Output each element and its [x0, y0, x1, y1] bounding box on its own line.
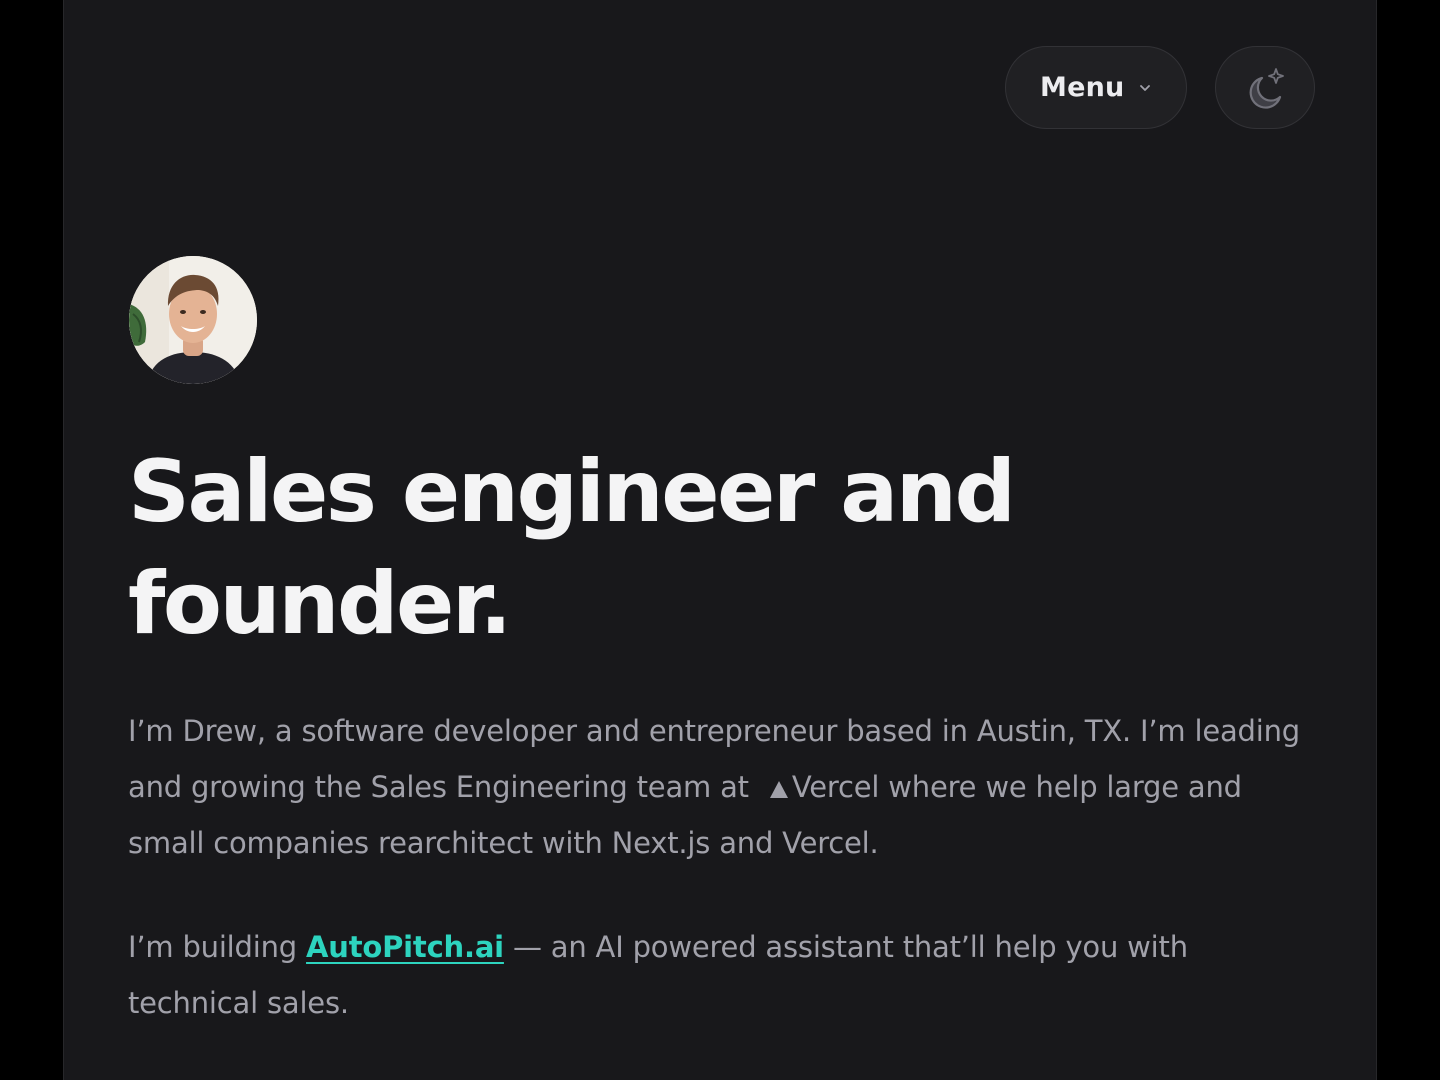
avatar[interactable] — [129, 256, 257, 384]
headline-line-1: Sales engineer and — [128, 442, 1016, 542]
vercel-logo-icon — [769, 781, 788, 798]
bio-paragraph: I’m Drew, a software developer and entre… — [128, 703, 1313, 871]
autopitch-link[interactable]: AutoPitch.ai — [306, 930, 504, 964]
theme-toggle-button[interactable] — [1215, 46, 1315, 129]
project-paragraph: I’m building AutoPitch.ai — an AI powere… — [128, 919, 1313, 1031]
page-container: Menu Sales engineer and founder. I’m Dre… — [63, 0, 1377, 1080]
chevron-down-icon — [1140, 85, 1150, 91]
menu-button[interactable]: Menu — [1005, 46, 1187, 129]
headline-line-2: founder. — [128, 554, 512, 654]
vercel-link[interactable]: Vercel — [758, 770, 879, 804]
page-title: Sales engineer and founder. — [128, 436, 1028, 660]
project-text-before: I’m building — [128, 930, 297, 964]
profile-photo — [129, 256, 257, 384]
menu-label: Menu — [1040, 72, 1125, 103]
vercel-link-label: Vercel — [791, 770, 880, 804]
moon-sparkle-icon — [1249, 68, 1284, 109]
